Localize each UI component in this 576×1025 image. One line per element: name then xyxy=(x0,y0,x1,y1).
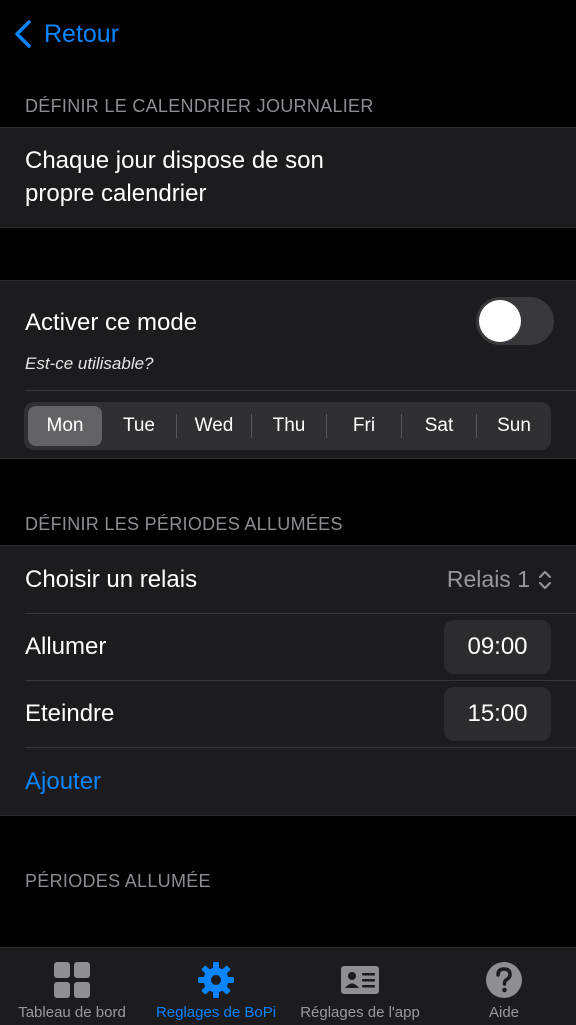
activate-mode-toggle[interactable] xyxy=(476,297,554,345)
toggle-knob xyxy=(479,300,521,342)
mode-group: Activer ce mode Est-ce utilisable? Mon T… xyxy=(0,280,576,459)
divider xyxy=(25,680,576,681)
grid-icon xyxy=(54,962,90,998)
activate-mode-label: Activer ce mode xyxy=(25,309,198,336)
day-segment-mon[interactable]: Mon xyxy=(28,406,102,446)
relay-value: Relais 1 xyxy=(446,566,530,592)
contact-card-icon xyxy=(341,966,379,994)
tab-label: Aide xyxy=(488,1004,520,1021)
periods-group: Choisir un relais Relais 1 Allumer 09:00… xyxy=(0,545,576,816)
tab-app-settings[interactable]: Réglages de l'app xyxy=(288,948,432,1025)
tab-bar: Tableau de bord Reglages de BoPi Réglage… xyxy=(0,947,576,1025)
tab-help[interactable]: Aide xyxy=(432,948,576,1025)
chevron-left-icon xyxy=(15,20,31,48)
divider xyxy=(25,390,576,391)
section-header-periods: DÉFINIR LES PÉRIODES ALLUMÉES xyxy=(25,514,343,534)
turn-on-time-picker[interactable]: 09:00 xyxy=(444,620,551,674)
divider xyxy=(25,613,576,614)
back-label: Retour xyxy=(44,19,120,48)
day-segment-thu[interactable]: Thu xyxy=(252,406,326,446)
tab-dashboard[interactable]: Tableau de bord xyxy=(0,948,144,1025)
gear-icon xyxy=(198,962,234,998)
tab-label: Tableau de bord xyxy=(18,1004,126,1021)
day-segmented-control: Mon Tue Wed Thu Fri Sat Sun xyxy=(24,402,551,450)
tab-label: Reglages de BoPi xyxy=(155,1004,277,1021)
back-button[interactable]: Retour xyxy=(12,16,119,52)
divider xyxy=(25,747,576,748)
mode-subtitle: Est-ce utilisable? xyxy=(25,354,154,373)
question-circle-icon xyxy=(486,962,522,998)
day-segment-tue[interactable]: Tue xyxy=(102,406,176,446)
turn-off-label: Eteindre xyxy=(25,700,115,727)
add-period-button[interactable]: Ajouter xyxy=(25,768,101,796)
turn-off-time-picker[interactable]: 15:00 xyxy=(444,687,551,741)
relay-label: Choisir un relais xyxy=(25,566,198,593)
section-header-daily-calendar: DÉFINIR LE CALENDRIER JOURNALIER xyxy=(25,96,374,116)
chevron-up-down-icon xyxy=(539,570,551,589)
daily-calendar-description: Chaque jour dispose de son propre calend… xyxy=(25,147,324,207)
turn-on-label: Allumer xyxy=(25,633,107,660)
day-segment-sun[interactable]: Sun xyxy=(477,406,551,446)
relay-picker[interactable]: Relais 1 xyxy=(447,566,552,593)
daily-calendar-group: Chaque jour dispose de son propre calend… xyxy=(0,127,576,228)
day-segment-wed[interactable]: Wed xyxy=(177,406,251,446)
section-header-periods-list: PÉRIODES ALLUMÉE xyxy=(25,871,211,891)
tab-bopi-settings[interactable]: Reglages de BoPi xyxy=(144,948,288,1025)
navigation-bar: Retour xyxy=(0,0,576,70)
tab-label: Réglages de l'app xyxy=(300,1004,420,1021)
day-segment-fri[interactable]: Fri xyxy=(327,406,401,446)
day-segment-sat[interactable]: Sat xyxy=(402,406,476,446)
